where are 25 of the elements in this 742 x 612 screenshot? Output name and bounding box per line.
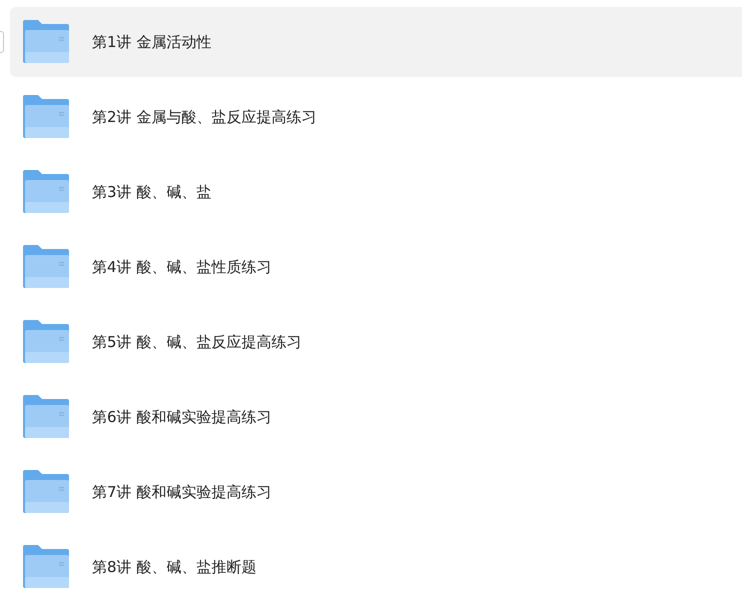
folder-name: 第3讲 酸、碱、盐	[92, 182, 212, 203]
folder-row[interactable]: 第6讲 酸和碱实验提高练习	[10, 382, 742, 452]
folder-row[interactable]: 第7讲 酸和碱实验提高练习	[10, 457, 742, 527]
folder-name: 第5讲 酸、碱、盐反应提高练习	[92, 332, 302, 353]
folder-icon	[23, 170, 69, 214]
folder-icon	[23, 245, 69, 289]
folder-icon	[23, 470, 69, 514]
folder-name: 第6讲 酸和碱实验提高练习	[92, 406, 272, 428]
folder-name: 第7讲 酸和碱实验提高练习	[92, 482, 272, 503]
folder-row[interactable]: 第8讲 酸、碱、盐推断题	[10, 532, 742, 602]
folder-icon	[23, 95, 69, 139]
folder-row[interactable]: 第1讲 金属活动性	[10, 7, 742, 77]
folder-name: 第4讲 酸、碱、盐性质练习	[92, 256, 272, 278]
folder-row[interactable]: 第4讲 酸、碱、盐性质练习	[10, 232, 742, 302]
folder-icon	[23, 395, 69, 439]
folder-row[interactable]: 第2讲 金属与酸、盐反应提高练习	[10, 82, 742, 152]
folder-icon	[23, 20, 69, 64]
checkbox[interactable]	[0, 31, 4, 53]
folder-name: 第2讲 金属与酸、盐反应提高练习	[92, 106, 316, 128]
folder-icon	[23, 545, 69, 589]
folder-icon	[23, 320, 69, 364]
folder-row[interactable]: 第5讲 酸、碱、盐反应提高练习	[10, 307, 742, 377]
folder-row[interactable]: 第3讲 酸、碱、盐	[10, 157, 742, 227]
folder-name: 第8讲 酸、碱、盐推断题	[92, 556, 256, 578]
folder-name: 第1讲 金属活动性	[92, 32, 212, 53]
